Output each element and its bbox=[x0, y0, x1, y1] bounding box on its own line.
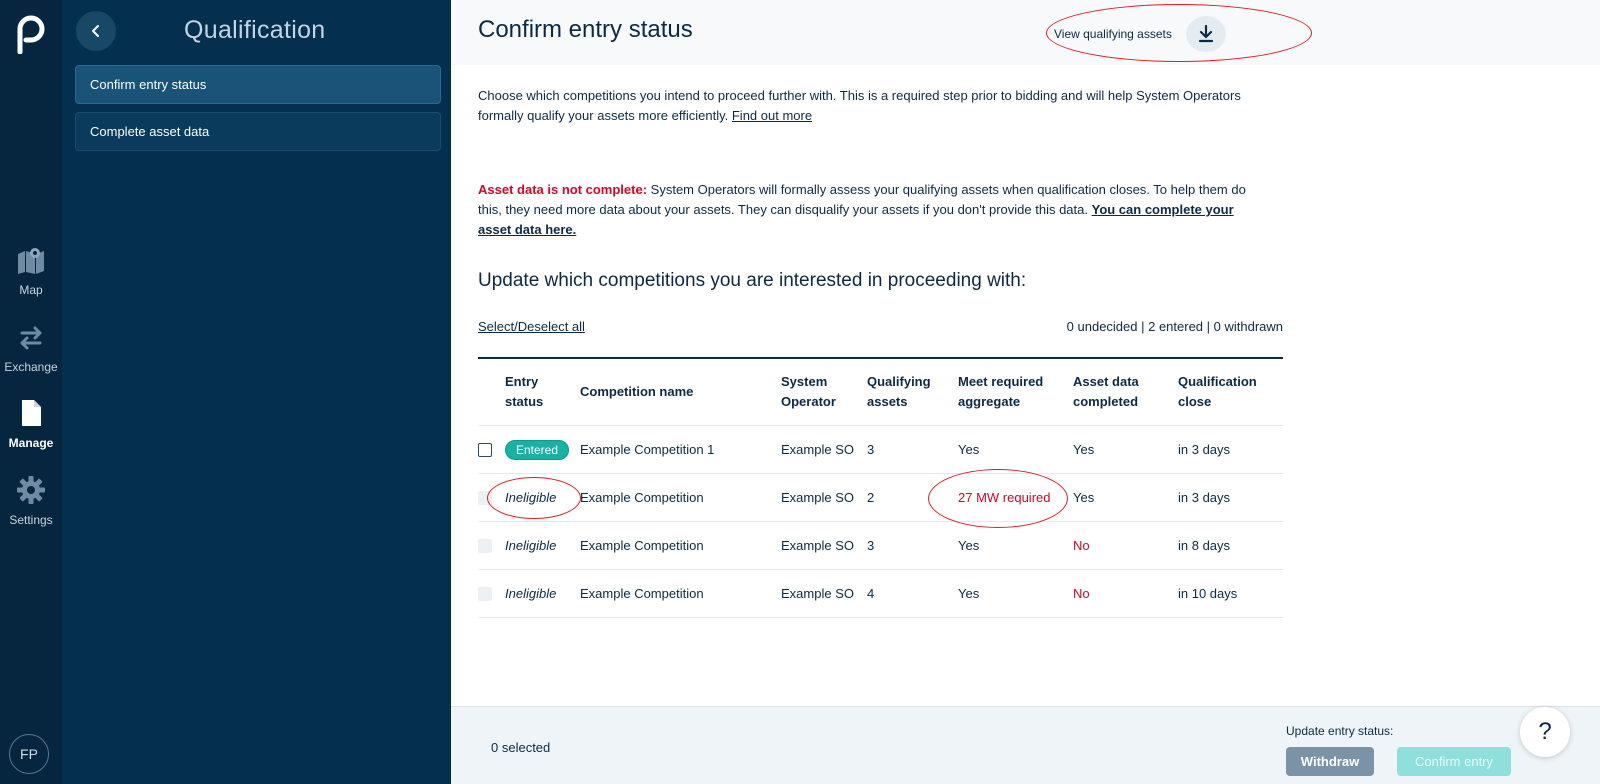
table-row[interactable]: Ineligible Example Competition Example S… bbox=[478, 570, 1283, 618]
header-asset-data-completed: Asset data completed bbox=[1073, 372, 1178, 412]
header-qualification-close: Qualification close bbox=[1178, 372, 1283, 412]
status-counts: 0 undecided | 2 entered | 0 withdrawn bbox=[1066, 319, 1283, 334]
view-qualifying-assets[interactable]: View qualifying assets bbox=[1054, 16, 1226, 52]
qualification-close: in 3 days bbox=[1178, 442, 1231, 457]
rail-item-settings[interactable]: Settings bbox=[0, 475, 62, 545]
sidebar-item-complete-asset-data[interactable]: Complete asset data bbox=[75, 112, 441, 151]
asset-data-completed: Yes bbox=[1073, 442, 1095, 457]
status-text: Ineligible bbox=[505, 586, 557, 601]
status-text: Ineligible bbox=[505, 538, 557, 553]
header-text: Qualifying bbox=[867, 374, 931, 389]
header-text: Entry bbox=[505, 374, 539, 389]
table-header: Entry status Competition name System Opera… bbox=[478, 359, 1283, 426]
competition-name: Example Competition bbox=[580, 538, 704, 553]
page-header: Confirm entry status View qualifying ass… bbox=[451, 0, 1600, 65]
system-operator: Example SO bbox=[781, 490, 854, 505]
asset-data-completed: No bbox=[1073, 586, 1090, 601]
intro-sentence: Choose which competitions you intend to … bbox=[478, 88, 837, 103]
table-row[interactable]: Ineligible Example Competition Example S… bbox=[478, 474, 1283, 522]
row-checkbox[interactable] bbox=[478, 442, 492, 457]
header-meet-required-aggregate: Meet required aggregate bbox=[958, 372, 1073, 412]
sidebar-title: Qualification bbox=[184, 16, 326, 44]
help-button[interactable]: ? bbox=[1520, 707, 1570, 757]
status-badge: Entered bbox=[505, 439, 570, 460]
intro-text: Choose which competitions you intend to … bbox=[478, 86, 1278, 126]
withdraw-button[interactable]: Withdraw bbox=[1286, 747, 1374, 776]
header-text: System bbox=[781, 374, 828, 389]
header-text: close bbox=[1178, 394, 1212, 409]
qualifying-assets: 3 bbox=[867, 538, 875, 553]
qualifying-assets: 2 bbox=[867, 490, 875, 505]
header-text: assets bbox=[867, 394, 908, 409]
qualification-sidebar: Qualification Confirm entry status Compl… bbox=[62, 0, 451, 784]
warning-label: Asset data is not complete: bbox=[478, 182, 648, 197]
find-out-more-link[interactable]: Find out more bbox=[732, 108, 812, 123]
asset-data-completed: No bbox=[1073, 538, 1090, 553]
row-checkbox bbox=[478, 586, 492, 601]
exchange-icon bbox=[20, 326, 42, 350]
header-competition-name: Competition name bbox=[580, 384, 694, 399]
qualification-close: in 8 days bbox=[1178, 538, 1231, 553]
view-qualifying-assets-label[interactable]: View qualifying assets bbox=[1054, 27, 1172, 41]
meet-required-aggregate: 27 MW required bbox=[958, 490, 1051, 505]
header-system-operator: System Operator bbox=[781, 372, 867, 412]
gear-icon bbox=[17, 476, 45, 504]
action-footer: 0 selected Update entry status: Withdraw… bbox=[451, 706, 1600, 784]
competition-name: Example Competition bbox=[580, 490, 704, 505]
qualifying-assets: 3 bbox=[867, 442, 875, 457]
header-text: Operator bbox=[781, 394, 836, 409]
header-text: Asset data bbox=[1073, 374, 1139, 389]
select-deselect-all-link[interactable]: Select/Deselect all bbox=[478, 319, 585, 334]
meet-required-aggregate: Yes bbox=[958, 538, 980, 553]
asset-data-warning: Asset data is not complete: System Opera… bbox=[478, 180, 1268, 240]
competitions-table: Entry status Competition name System Opera… bbox=[478, 357, 1283, 618]
rail-item-label: Manage bbox=[8, 436, 54, 450]
qualification-close: in 10 days bbox=[1178, 586, 1238, 601]
meet-required-aggregate: Yes bbox=[958, 586, 980, 601]
meet-required-aggregate: Yes bbox=[958, 442, 980, 457]
header-entry-status: Entry status bbox=[505, 372, 580, 412]
confirm-entry-button[interactable]: Confirm entry bbox=[1397, 747, 1511, 776]
status-text: Ineligible bbox=[505, 490, 557, 505]
header-text: completed bbox=[1073, 394, 1139, 409]
rail-item-label: Settings bbox=[9, 513, 53, 527]
qualifying-assets: 4 bbox=[867, 586, 875, 601]
header-text: Qualification bbox=[1178, 374, 1257, 389]
rail-item-label: Map bbox=[19, 283, 43, 297]
back-button[interactable] bbox=[76, 11, 116, 51]
page-title: Confirm entry status bbox=[478, 16, 693, 43]
rail-item-manage[interactable]: Manage bbox=[0, 398, 62, 468]
table-row[interactable]: Entered Example Competition 1 Example SO… bbox=[478, 426, 1283, 474]
competition-name: Example Competition 1 bbox=[580, 442, 715, 457]
brand-logo-icon[interactable] bbox=[13, 14, 47, 54]
system-operator: Example SO bbox=[781, 442, 854, 457]
header-text: Meet required bbox=[958, 374, 1044, 389]
row-checkbox bbox=[478, 490, 492, 505]
asset-data-completed: Yes bbox=[1073, 490, 1095, 505]
row-checkbox bbox=[478, 538, 492, 553]
download-button[interactable] bbox=[1185, 16, 1226, 52]
header-text: aggregate bbox=[958, 394, 1021, 409]
sidebar-item-confirm-entry-status[interactable]: Confirm entry status bbox=[75, 65, 441, 104]
rail-item-exchange[interactable]: Exchange bbox=[0, 322, 62, 392]
header-qualifying-assets: Qualifying assets bbox=[867, 372, 958, 412]
chevron-left-icon bbox=[92, 25, 99, 37]
rail-item-map[interactable]: Map bbox=[0, 245, 62, 315]
section-title: Update which competitions you are intere… bbox=[478, 270, 1027, 291]
icon-rail: Map Exchange Manage Settings FP bbox=[0, 0, 62, 784]
competition-name: Example Competition bbox=[580, 586, 704, 601]
qualification-close: in 3 days bbox=[1178, 490, 1231, 505]
system-operator: Example SO bbox=[781, 538, 854, 553]
rail-item-label: Exchange bbox=[4, 360, 58, 374]
update-entry-status-label: Update entry status: bbox=[1286, 724, 1394, 738]
header-text: status bbox=[505, 394, 544, 409]
table-row[interactable]: Ineligible Example Competition Example S… bbox=[478, 522, 1283, 570]
system-operator: Example SO bbox=[781, 586, 854, 601]
document-icon bbox=[22, 400, 41, 426]
avatar[interactable]: FP bbox=[9, 734, 49, 774]
selected-count: 0 selected bbox=[491, 740, 551, 755]
main-content: Confirm entry status View qualifying ass… bbox=[451, 0, 1600, 784]
download-icon bbox=[1198, 25, 1213, 43]
map-icon bbox=[18, 248, 44, 274]
